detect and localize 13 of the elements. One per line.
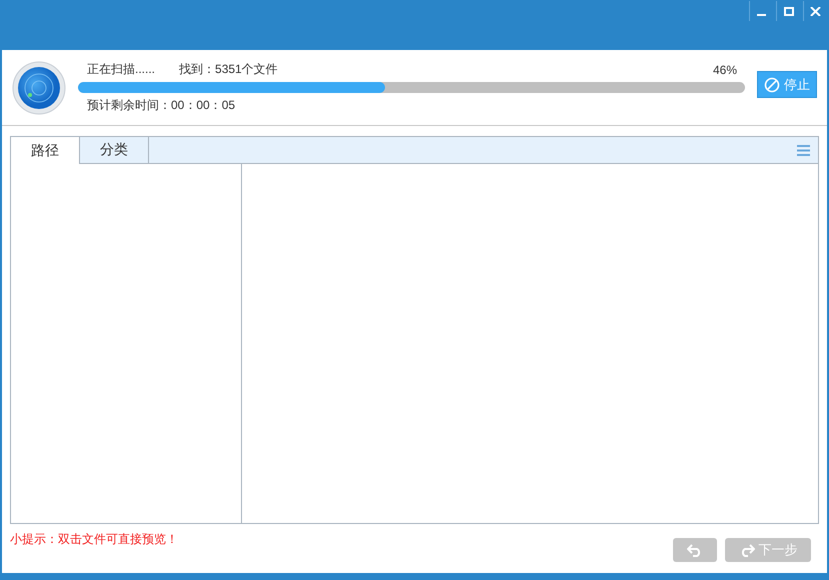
maximize-icon xyxy=(784,6,794,16)
remaining-time: 预计剩余时间：00：00：05 xyxy=(86,97,236,114)
close-icon xyxy=(810,6,821,16)
scan-status: 正在扫描...... xyxy=(87,61,156,78)
radar-icon xyxy=(12,60,66,114)
stop-icon xyxy=(764,76,780,92)
found-count: 找到：5351个文件 xyxy=(179,61,278,78)
menu-icon xyxy=(796,144,810,156)
hint-text: 小提示：双击文件可直接预览！ xyxy=(10,531,178,548)
minimize-icon xyxy=(757,14,766,16)
undo-arrow-icon xyxy=(687,543,703,557)
progress-percent: 46% xyxy=(712,62,737,76)
tab[interactable]: 路径 xyxy=(11,137,80,164)
